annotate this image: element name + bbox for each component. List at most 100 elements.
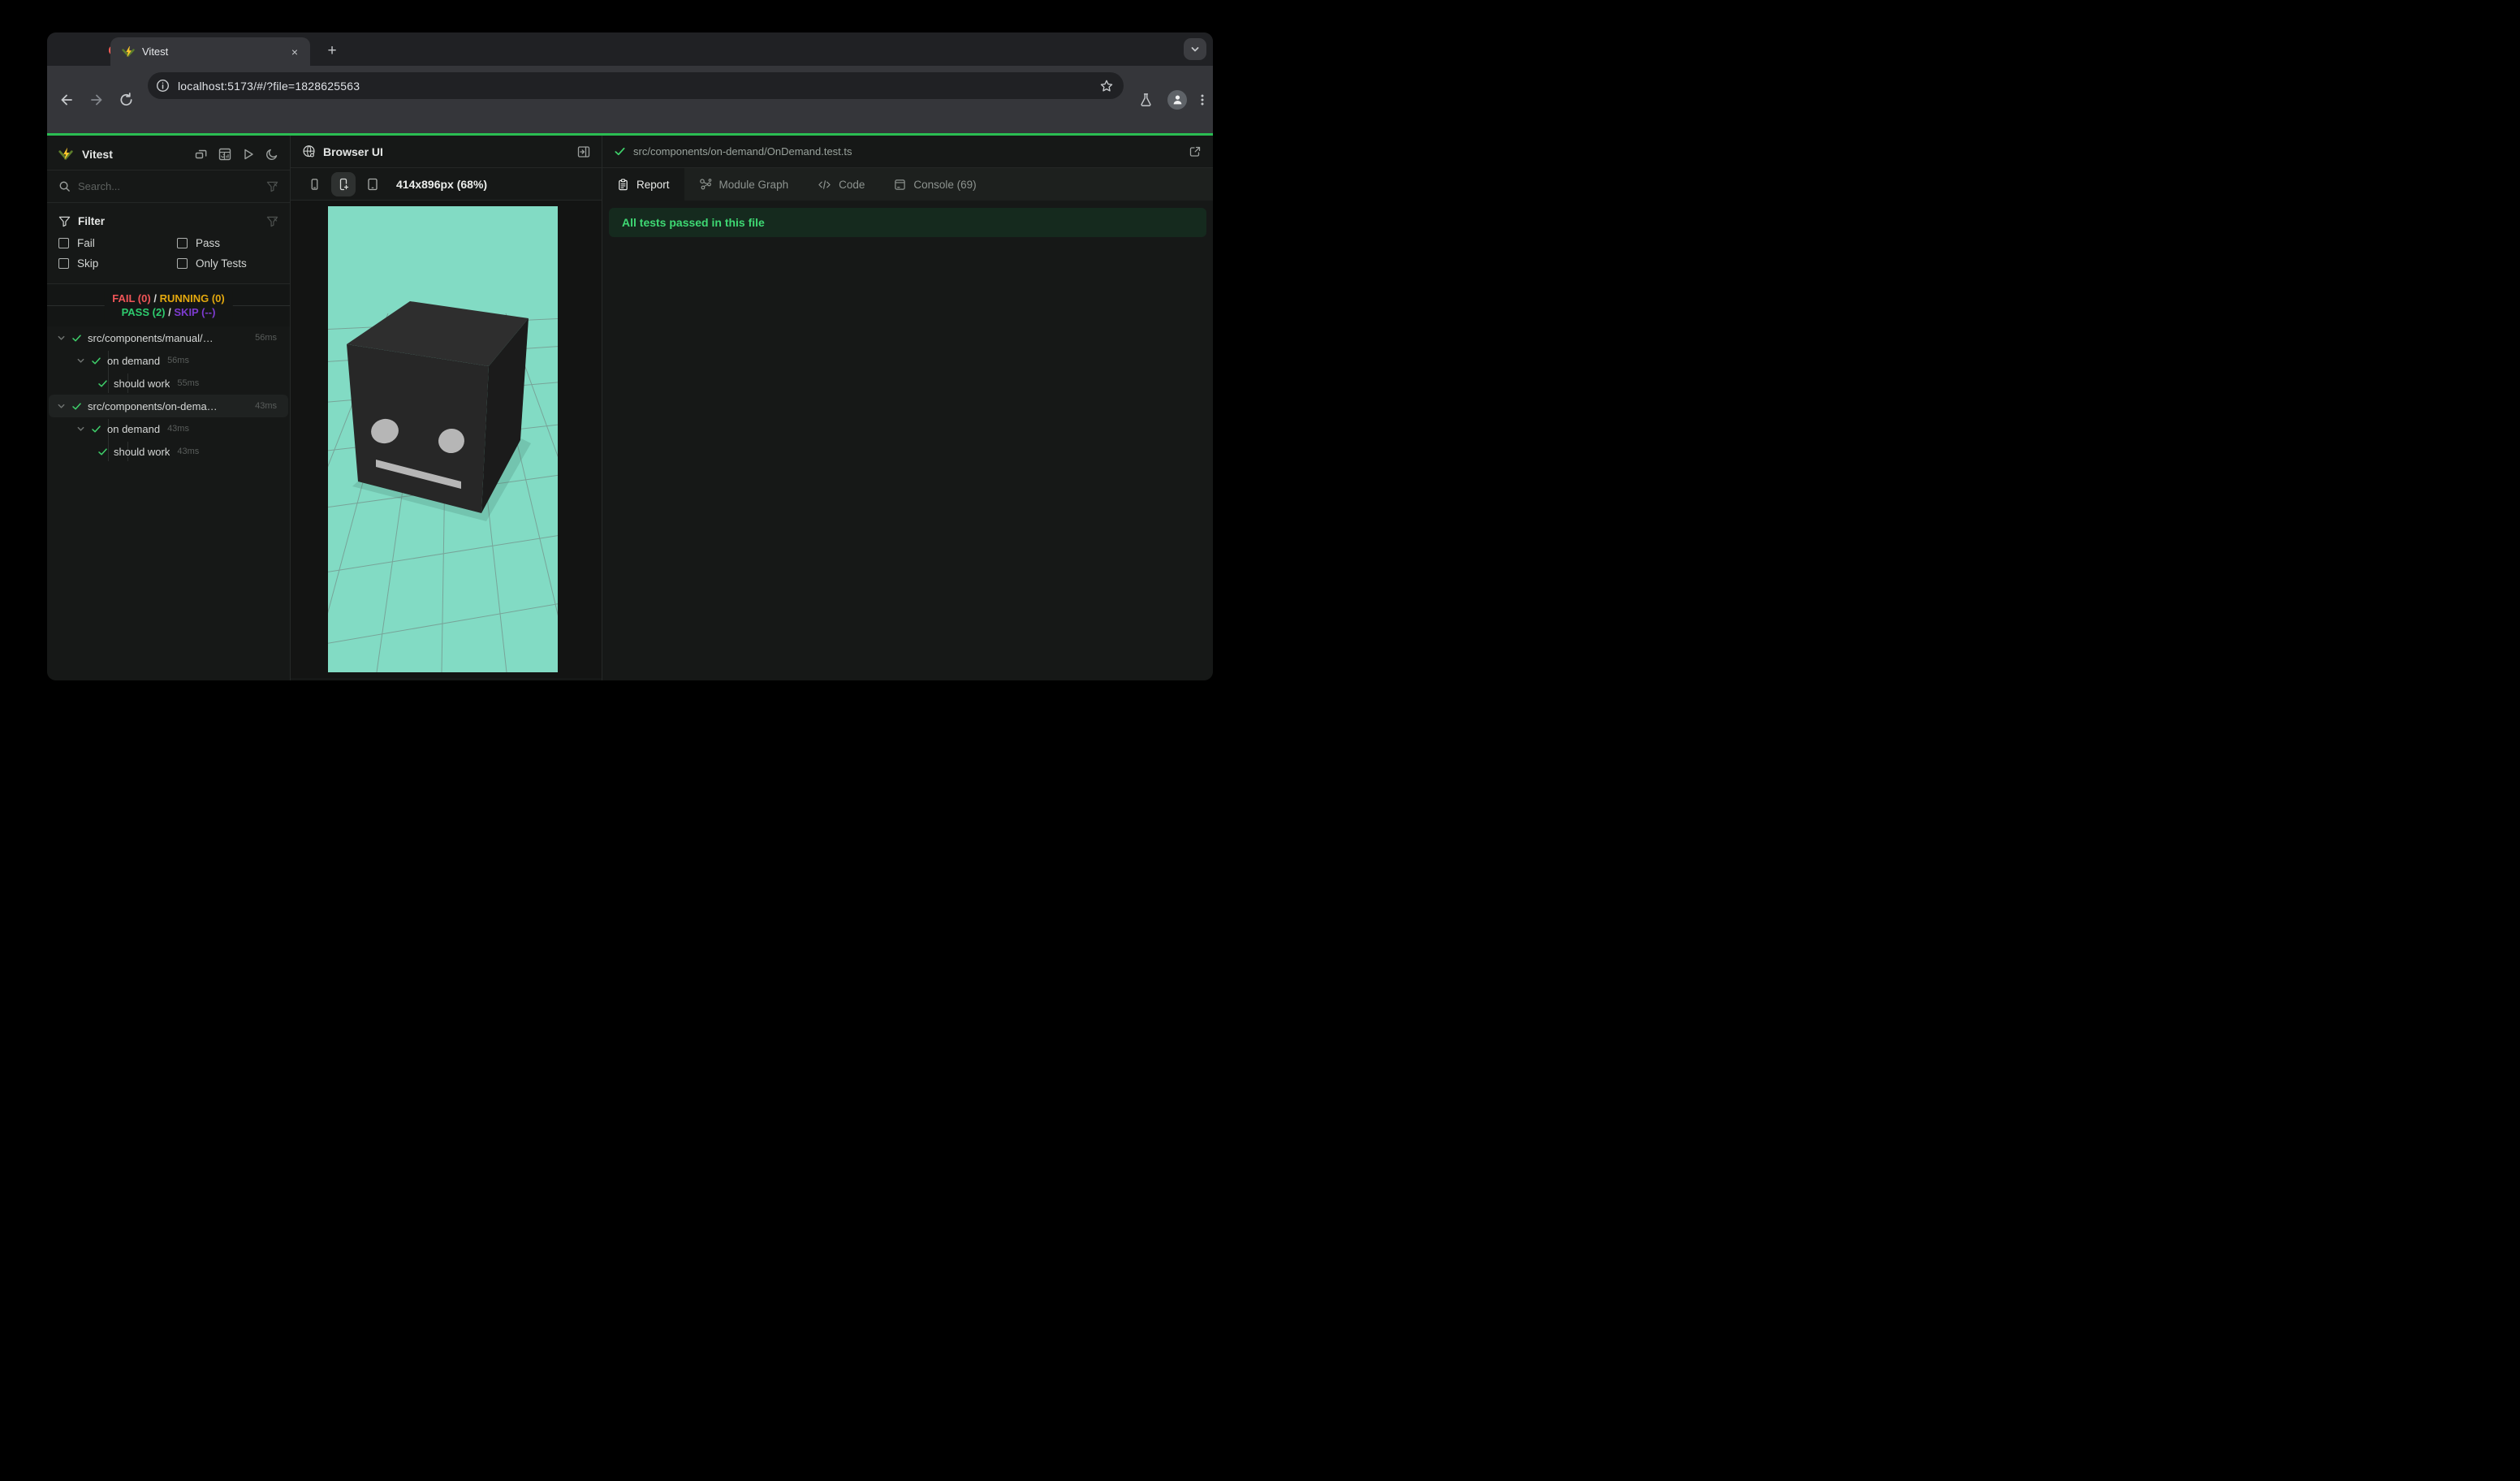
checkbox-only-tests[interactable]: Only Tests	[177, 257, 278, 270]
pass-check-icon	[91, 424, 101, 434]
tab-close-icon[interactable]: ×	[287, 45, 302, 59]
reload-button[interactable]	[119, 92, 134, 107]
chevron-down-icon[interactable]	[76, 425, 85, 434]
checkbox-skip[interactable]: Skip	[58, 257, 177, 270]
tab-title: Vitest	[142, 45, 169, 58]
test-tree-row[interactable]: should work 43ms	[49, 440, 288, 463]
back-button[interactable]	[58, 92, 75, 108]
device-tablet-button[interactable]	[360, 172, 385, 196]
url-text[interactable]: localhost:5173/#/?file=1828625563	[178, 80, 1091, 93]
new-tab-button[interactable]: +	[321, 41, 343, 62]
bookmark-star-icon[interactable]	[1099, 79, 1114, 93]
test-name: should work	[114, 377, 170, 390]
chevron-down-icon[interactable]	[57, 334, 66, 343]
test-name: src/components/manual/…	[88, 331, 214, 344]
dark-mode-moon-icon[interactable]	[265, 148, 278, 161]
browser-tab[interactable]: Vitest ×	[110, 37, 310, 66]
test-name: src/components/on-dema…	[88, 399, 218, 412]
forward-button[interactable]	[88, 92, 105, 108]
test-duration: 56ms	[255, 333, 277, 343]
filter-panel: Filter Fail Pass Skip Only Tests	[47, 203, 290, 284]
browser-toolbar: localhost:5173/#/?file=1828625563	[47, 66, 1213, 133]
experiments-flask-icon[interactable]	[1138, 92, 1154, 107]
test-tree-row[interactable]: on demand 56ms	[49, 349, 288, 372]
test-name: on demand	[107, 422, 161, 435]
file-pass-check-icon	[614, 145, 626, 158]
tab-code[interactable]: Code	[803, 168, 879, 201]
clipboard-icon	[619, 178, 628, 190]
tab-search-button[interactable]	[1184, 38, 1206, 60]
globe-icon	[302, 145, 316, 158]
search-icon	[58, 180, 71, 192]
tab-console[interactable]: Console (69)	[879, 168, 990, 201]
tester-iframe[interactable]	[328, 206, 558, 672]
threejs-cube-scene	[328, 301, 558, 672]
tab-report[interactable]: Report	[602, 168, 684, 201]
collapse-tests-icon[interactable]	[195, 148, 208, 161]
device-toolbar: 414x896px (68%)	[291, 168, 602, 201]
skip-count: SKIP (--)	[174, 306, 216, 318]
browser-menu-icon[interactable]	[1196, 93, 1209, 106]
code-icon	[818, 179, 831, 189]
browser-window: Vitest × + localhost:5173/#/?file=182862…	[47, 32, 1213, 680]
person-icon	[1173, 95, 1181, 105]
test-duration: 43ms	[255, 401, 277, 411]
preview-stage	[291, 201, 602, 678]
test-duration: 56ms	[167, 356, 189, 365]
device-smartphone-plus-button[interactable]	[331, 171, 356, 196]
preview-header: Browser UI	[291, 136, 602, 168]
results-tab-bar: Report Module Graph Code Console (69)	[602, 168, 1213, 201]
tab-strip: Vitest × +	[47, 32, 1213, 66]
preview-title: Browser UI	[323, 145, 383, 158]
test-file-path: src/components/on-demand/OnDemand.test.t…	[633, 145, 852, 158]
test-duration: 43ms	[177, 447, 200, 456]
vitest-logo	[58, 147, 73, 162]
dashboard-report-icon[interactable]	[218, 148, 231, 161]
checkbox-pass[interactable]: Pass	[177, 237, 278, 249]
profile-avatar[interactable]	[1167, 89, 1187, 110]
test-tree-row[interactable]: on demand 43ms	[49, 417, 288, 440]
running-count: RUNNING (0)	[159, 292, 225, 304]
run-all-icon[interactable]	[242, 148, 255, 161]
all-tests-passed-banner: All tests passed in this file	[609, 208, 1206, 237]
pass-check-icon	[71, 401, 82, 412]
app-title: Vitest	[82, 147, 113, 161]
test-tree-row[interactable]: should work 55ms	[49, 372, 288, 395]
search-input[interactable]	[78, 180, 259, 192]
filter-funnel-icon	[58, 215, 71, 227]
open-panel-right-icon[interactable]	[577, 145, 590, 158]
test-duration: 43ms	[167, 424, 189, 434]
checkbox-fail[interactable]: Fail	[58, 237, 177, 249]
test-name: on demand	[107, 354, 161, 367]
site-info-icon[interactable]	[156, 79, 170, 93]
test-run-summary: FAIL (0) / RUNNING (0) PASS (2) / SKIP (…	[47, 284, 290, 326]
fail-count: FAIL (0)	[112, 292, 151, 304]
viewport-size-label: 414x896px (68%)	[396, 177, 488, 191]
test-duration: 55ms	[177, 378, 200, 388]
tab-module-graph[interactable]: Module Graph	[684, 168, 804, 201]
filter-title: Filter	[78, 214, 106, 227]
clear-filter-icon[interactable]	[266, 215, 278, 227]
open-in-new-tab-icon[interactable]	[1189, 145, 1202, 158]
test-explorer-sidebar: Vitest Search... Filter Fail Pass Skip O…	[47, 136, 290, 680]
test-tree-row[interactable]: src/components/manual/… 56ms	[49, 326, 288, 349]
pass-check-icon	[97, 378, 108, 389]
module-graph-icon	[699, 179, 711, 190]
pass-check-icon	[91, 356, 101, 366]
console-icon	[895, 179, 906, 190]
address-bar[interactable]: localhost:5173/#/?file=1828625563	[148, 72, 1124, 99]
test-name: should work	[114, 445, 170, 458]
vitest-favicon	[122, 45, 135, 58]
vitest-ui: Vitest Search... Filter Fail Pass Skip O…	[47, 133, 1213, 680]
device-smartphone-button[interactable]	[302, 172, 326, 196]
results-header: src/components/on-demand/OnDemand.test.t…	[602, 136, 1213, 168]
chevron-down-icon[interactable]	[76, 356, 85, 365]
chevron-down-icon	[1191, 46, 1199, 51]
test-tree: src/components/manual/… 56ms on demand 56ms…	[49, 326, 288, 463]
pass-check-icon	[71, 333, 82, 343]
pass-check-icon	[97, 447, 108, 457]
pass-count: PASS (2)	[121, 306, 166, 318]
test-tree-row[interactable]: src/components/on-dema… 43ms	[49, 395, 288, 417]
chevron-down-icon[interactable]	[57, 402, 66, 411]
clear-search-filter-icon[interactable]	[266, 180, 278, 192]
